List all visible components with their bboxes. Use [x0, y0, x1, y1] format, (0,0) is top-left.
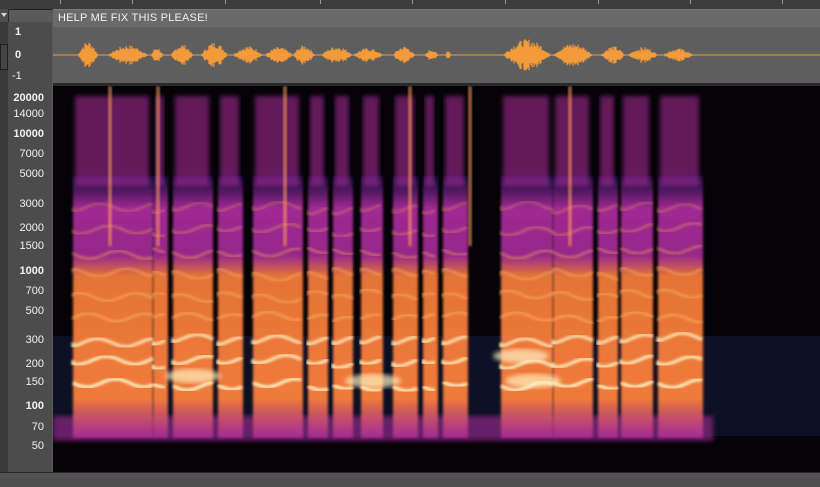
- ruler-tick: [320, 0, 321, 4]
- high-frequency-energy: [255, 96, 299, 186]
- speech-segment: [423, 176, 438, 438]
- frequency-tick-label: 700: [25, 285, 44, 297]
- fundamental-glow: [493, 349, 549, 363]
- amplitude-label-mid: 0: [15, 49, 22, 61]
- frequency-tick-label: 300: [25, 334, 44, 346]
- frequency-tick-label: 7000: [19, 148, 44, 160]
- speech-segment: [73, 176, 153, 438]
- amplitude-label-bottom: -1: [12, 70, 22, 82]
- frequency-tick-label: 1000: [19, 265, 44, 277]
- amplitude-scale-box[interactable]: [0, 44, 8, 70]
- frequency-tick-label: 14000: [13, 108, 44, 120]
- ruler-tick: [60, 0, 61, 4]
- frequency-tick-label: 500: [25, 305, 44, 317]
- fundamental-glow: [345, 374, 401, 388]
- frequency-tick-label: 20000: [13, 92, 44, 104]
- frequency-tick-label: 200: [25, 358, 44, 370]
- waveform-view[interactable]: [53, 27, 820, 83]
- speech-segment: [173, 176, 213, 438]
- high-frequency-energy: [175, 96, 209, 186]
- track-header[interactable]: HELP ME FIX THIS PLEASE!: [53, 9, 820, 29]
- frequency-tick-label: 70: [31, 421, 44, 433]
- frequency-tick-label: 150: [25, 376, 44, 388]
- frequency-tick-label: 1500: [19, 240, 44, 252]
- frequency-tick-label: 3000: [19, 198, 44, 210]
- speech-segment: [443, 176, 468, 438]
- frequency-tick-label: 10000: [13, 128, 44, 140]
- ruler-tick: [505, 0, 506, 4]
- speech-segment: [598, 176, 618, 438]
- frequency-tick-label: 50: [31, 440, 44, 452]
- speech-segment: [361, 176, 383, 438]
- ruler-tick: [690, 0, 691, 4]
- fundamental-glow: [165, 369, 221, 383]
- speech-segment: [553, 176, 593, 438]
- high-frequency-energy: [220, 96, 239, 186]
- transient-streak: [568, 86, 572, 246]
- transient-streak: [283, 86, 287, 246]
- horizontal-scrollbar[interactable]: [0, 472, 820, 487]
- transient-streak: [156, 86, 160, 246]
- speech-segment: [153, 176, 168, 438]
- waveform-graph: [53, 39, 820, 71]
- high-frequency-energy: [310, 96, 324, 186]
- ruler-tick: [412, 0, 413, 4]
- ruler-tick: [782, 0, 783, 4]
- frequency-tick-label: 5000: [19, 168, 44, 180]
- ruler-tick: [225, 0, 226, 4]
- high-frequency-energy: [623, 96, 649, 186]
- track-title: HELP ME FIX THIS PLEASE!: [58, 12, 208, 24]
- high-frequency-energy: [445, 96, 464, 186]
- ruler-tick: [132, 0, 133, 4]
- high-frequency-energy: [660, 96, 699, 186]
- speech-segment: [621, 176, 653, 438]
- spectrogram-graph: [53, 86, 820, 441]
- high-frequency-energy: [335, 96, 349, 186]
- high-frequency-energy: [425, 96, 434, 186]
- speech-segment: [393, 176, 418, 438]
- speech-segment: [333, 176, 353, 438]
- chevron-down-icon: [1, 13, 7, 17]
- transient-streak: [468, 86, 472, 246]
- track-menu-button[interactable]: [0, 9, 9, 22]
- speech-segment: [501, 176, 553, 438]
- transient-streak: [108, 86, 112, 246]
- speech-segment: [218, 176, 243, 438]
- fundamental-glow: [505, 374, 561, 388]
- frequency-tick-label: 2000: [19, 222, 44, 234]
- speech-segment: [253, 176, 303, 438]
- high-frequency-energy: [503, 96, 549, 186]
- frequency-tick-label: 100: [25, 400, 44, 412]
- speech-segment: [308, 176, 328, 438]
- track-control-strip: [0, 22, 8, 472]
- high-frequency-energy: [363, 96, 379, 186]
- ruler-tick: [598, 0, 599, 4]
- high-frequency-energy: [600, 96, 614, 186]
- amplitude-label-top: 1: [15, 26, 22, 38]
- transient-streak: [408, 86, 412, 246]
- speech-segment: [658, 176, 703, 438]
- spectrogram-view[interactable]: [53, 86, 820, 472]
